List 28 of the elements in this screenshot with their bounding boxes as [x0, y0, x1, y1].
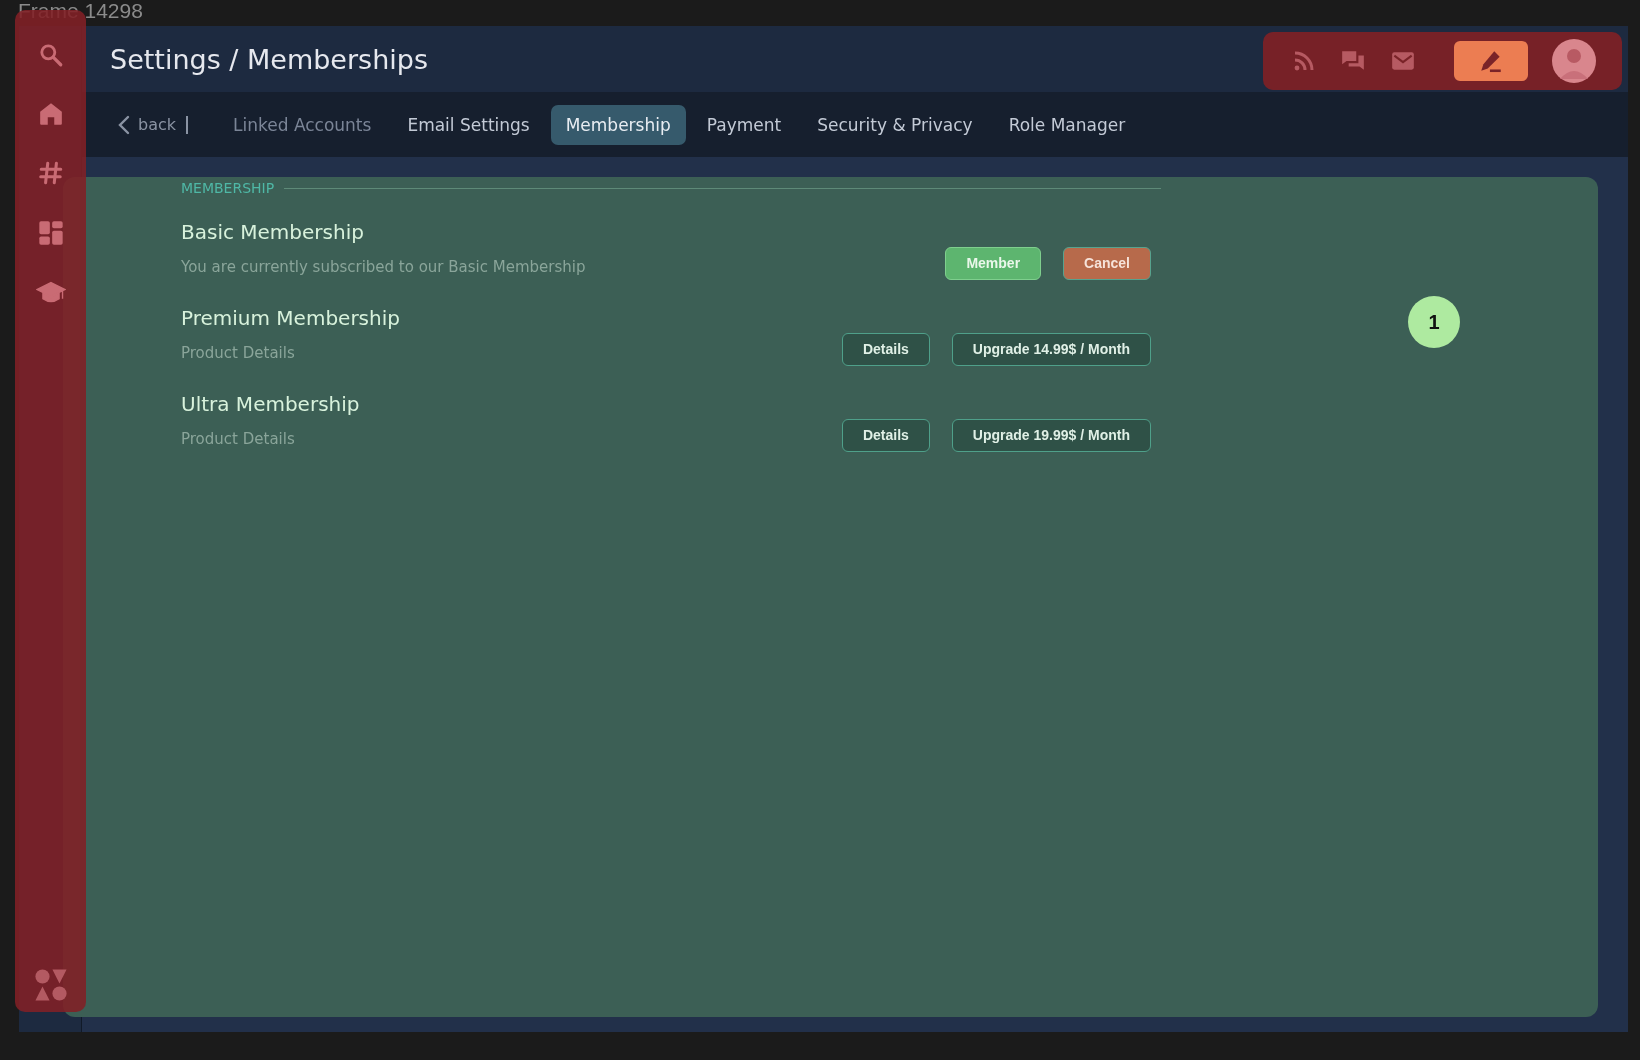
membership-title: Premium Membership: [181, 306, 400, 330]
tab[interactable]: Membership: [550, 104, 686, 145]
page-title: Settings / Memberships: [110, 43, 428, 75]
membership-button[interactable]: Details: [841, 418, 930, 452]
membership-button[interactable]: Upgrade 14.99$ / Month: [951, 332, 1151, 366]
dashboard-icon[interactable]: [36, 219, 65, 247]
membership-description: Product Details: [181, 430, 296, 448]
edit-button[interactable]: [1454, 41, 1528, 81]
membership-description: Product Details: [181, 344, 296, 362]
avatar[interactable]: [1552, 39, 1596, 83]
membership-title: Ultra Membership: [181, 392, 360, 416]
tab[interactable]: Security & Privacy: [802, 104, 988, 145]
membership-description: You are currently subscribed to our Basic Membership: [181, 258, 586, 276]
pencil-icon: [1478, 48, 1504, 74]
rss-icon[interactable]: [1292, 49, 1316, 73]
hash-icon[interactable]: [37, 160, 64, 186]
home-icon[interactable]: [37, 101, 64, 127]
tab[interactable]: Role Manager: [993, 104, 1141, 145]
section-label: MEMBERSHIP: [181, 180, 275, 196]
search-icon[interactable]: [37, 42, 64, 68]
membership-button[interactable]: Upgrade 19.99$ / Month: [951, 418, 1151, 452]
tab[interactable]: Email Settings: [392, 104, 545, 145]
membership-button[interactable]: Details: [841, 332, 930, 366]
back-link[interactable]: back: [118, 114, 177, 135]
chevron-left-icon: [118, 114, 130, 135]
shapes-logo-icon: [33, 968, 68, 1002]
membership-title: Basic Membership: [181, 220, 365, 244]
tab[interactable]: Payment: [691, 104, 797, 145]
